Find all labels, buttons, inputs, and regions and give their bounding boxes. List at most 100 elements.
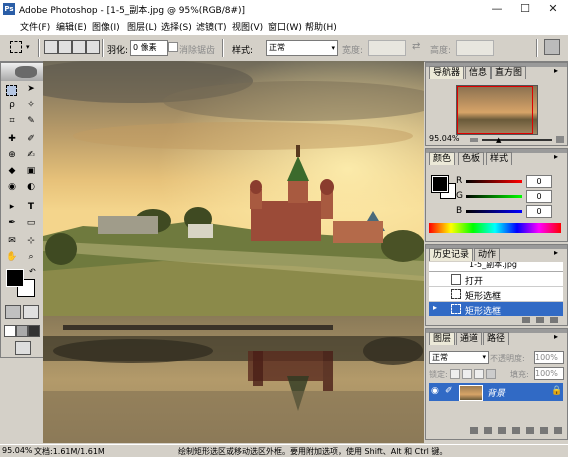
tab-swatches[interactable]: 色板 xyxy=(458,152,485,165)
standard-mode-icon[interactable] xyxy=(5,305,21,319)
lock-position-icon[interactable] xyxy=(474,369,484,379)
layer-mask-icon[interactable] xyxy=(498,427,506,434)
healing-brush-tool-icon[interactable]: ✚ xyxy=(6,133,18,145)
brush-link-icon[interactable]: ✐ xyxy=(445,386,453,396)
move-tool-icon[interactable]: ➤ xyxy=(25,83,37,95)
menu-select[interactable]: 选择(S) xyxy=(161,20,192,33)
zoom-tool-icon[interactable]: ⌕ xyxy=(25,251,37,263)
tool-preset-arrow-icon[interactable]: ▾ xyxy=(26,43,30,51)
screen-mode-full-icon[interactable] xyxy=(28,325,40,337)
tab-navigator[interactable]: 导航器 xyxy=(429,66,465,79)
tab-channels[interactable]: 通道 xyxy=(456,332,483,345)
layer-style-icon[interactable] xyxy=(484,427,492,434)
list-item-selected[interactable]: ▸ 矩形选框 xyxy=(429,302,563,317)
menu-filter[interactable]: 滤镜(T) xyxy=(196,20,227,33)
magic-wand-tool-icon[interactable]: ✧ xyxy=(25,99,37,111)
g-slider[interactable] xyxy=(466,195,522,198)
antialias-checkbox[interactable] xyxy=(168,42,178,52)
notes-tool-icon[interactable]: ✉ xyxy=(6,235,18,247)
panel-menu-arrow-icon[interactable]: ▸ xyxy=(554,152,558,161)
menu-window[interactable]: 窗口(W) xyxy=(268,20,302,33)
jump-to-imageready-icon[interactable] xyxy=(15,341,31,355)
crop-tool-icon[interactable]: ⌗ xyxy=(6,115,18,127)
height-input[interactable] xyxy=(456,40,494,56)
tab-info[interactable]: 信息 xyxy=(465,66,492,79)
palette-well-icon[interactable] xyxy=(544,39,560,55)
add-selection-icon[interactable] xyxy=(58,40,72,54)
tab-color[interactable]: 颜色 xyxy=(429,152,456,165)
shape-tool-icon[interactable]: ▭ xyxy=(25,217,37,229)
menu-file[interactable]: 文件(F) xyxy=(20,20,50,33)
hand-tool-icon[interactable]: ✋ xyxy=(6,251,18,263)
swap-dimensions-icon[interactable]: ⇄ xyxy=(412,41,420,52)
b-input[interactable]: 0 xyxy=(526,205,552,218)
zoom-slider-handle[interactable]: ▲ xyxy=(496,136,501,144)
link-layers-icon[interactable] xyxy=(470,427,478,434)
blur-tool-icon[interactable]: ◉ xyxy=(6,181,18,193)
eraser-tool-icon[interactable]: ◆ xyxy=(6,165,18,177)
eye-icon[interactable]: ◉ xyxy=(431,386,439,396)
fill-input[interactable]: 100% xyxy=(534,367,564,380)
clone-stamp-tool-icon[interactable]: ⊕ xyxy=(6,149,18,161)
panel-menu-arrow-icon[interactable]: ▸ xyxy=(554,248,558,257)
menu-view[interactable]: 视图(V) xyxy=(232,20,263,33)
pen-tool-icon[interactable]: ✒ xyxy=(6,217,18,229)
b-slider[interactable] xyxy=(466,210,522,213)
history-brush-tool-icon[interactable]: ✍ xyxy=(25,149,37,161)
navigator-thumbnail[interactable] xyxy=(456,85,538,135)
screen-mode-standard-icon[interactable] xyxy=(4,325,16,337)
quickmask-mode-icon[interactable] xyxy=(23,305,39,319)
brush-tool-icon[interactable]: ✐ xyxy=(25,133,37,145)
new-group-icon[interactable] xyxy=(526,427,534,434)
maximize-button[interactable]: ☐ xyxy=(510,1,540,17)
status-zoom[interactable]: 95.04% xyxy=(2,446,33,455)
foreground-color-swatch[interactable] xyxy=(6,269,24,287)
color-fg-swatch[interactable] xyxy=(431,175,449,193)
image-canvas[interactable] xyxy=(43,61,424,443)
navigator-zoom[interactable]: 95.04% xyxy=(429,134,460,143)
navigator-view-box[interactable] xyxy=(457,86,533,134)
zoom-in-icon[interactable] xyxy=(556,136,564,143)
list-item[interactable]: 矩形选框 xyxy=(429,287,563,302)
style-select[interactable]: 正常 ▾ xyxy=(266,40,338,56)
menu-image[interactable]: 图像(I) xyxy=(92,20,120,33)
screen-mode-full-menu-icon[interactable] xyxy=(16,325,28,337)
history-snapshot[interactable]: 1-5_副本.jpg xyxy=(429,262,563,272)
close-button[interactable]: ✕ xyxy=(538,1,568,17)
lasso-tool-icon[interactable]: ρ xyxy=(6,99,18,111)
panel-menu-arrow-icon[interactable]: ▸ xyxy=(554,66,558,75)
dodge-tool-icon[interactable]: ◐ xyxy=(25,181,37,193)
menu-layer[interactable]: 图层(L) xyxy=(127,20,157,33)
adjustment-layer-icon[interactable] xyxy=(512,427,520,434)
gradient-tool-icon[interactable]: ▣ xyxy=(25,165,37,177)
list-item[interactable]: 打开 xyxy=(429,272,563,287)
marquee-tool-icon[interactable] xyxy=(10,41,22,53)
opacity-input[interactable]: 100% xyxy=(534,351,564,364)
eyedropper-tool-icon[interactable]: ⊹ xyxy=(25,235,37,247)
tab-paths[interactable]: 路径 xyxy=(483,332,510,345)
color-ramp[interactable] xyxy=(429,223,561,233)
menu-help[interactable]: 帮助(H) xyxy=(305,20,337,33)
new-document-icon[interactable] xyxy=(522,317,530,323)
feather-input[interactable]: 0 像素 xyxy=(130,40,168,56)
minimize-button[interactable]: — xyxy=(482,1,512,17)
menu-edit[interactable]: 编辑(E) xyxy=(56,20,87,33)
tab-layers[interactable]: 图层 xyxy=(429,332,456,345)
type-tool-icon[interactable]: T xyxy=(25,201,37,213)
new-snapshot-icon[interactable] xyxy=(536,317,544,323)
rect-marquee-tool-icon[interactable] xyxy=(6,85,17,96)
new-selection-icon[interactable] xyxy=(44,40,58,54)
width-input[interactable] xyxy=(368,40,406,56)
trash-icon[interactable] xyxy=(554,427,562,434)
r-slider[interactable] xyxy=(466,180,522,183)
intersect-selection-icon[interactable] xyxy=(86,40,100,54)
subtract-selection-icon[interactable] xyxy=(72,40,86,54)
swap-colors-icon[interactable]: ↶ xyxy=(29,267,36,276)
tab-styles[interactable]: 样式 xyxy=(486,152,513,165)
zoom-slider[interactable] xyxy=(482,139,552,141)
lock-all-icon[interactable] xyxy=(486,369,496,379)
blend-mode-select[interactable]: 正常 ▾ xyxy=(429,351,489,364)
trash-icon[interactable] xyxy=(550,317,558,323)
tab-actions[interactable]: 动作 xyxy=(474,248,501,261)
tab-history[interactable]: 历史记录 xyxy=(429,248,474,261)
